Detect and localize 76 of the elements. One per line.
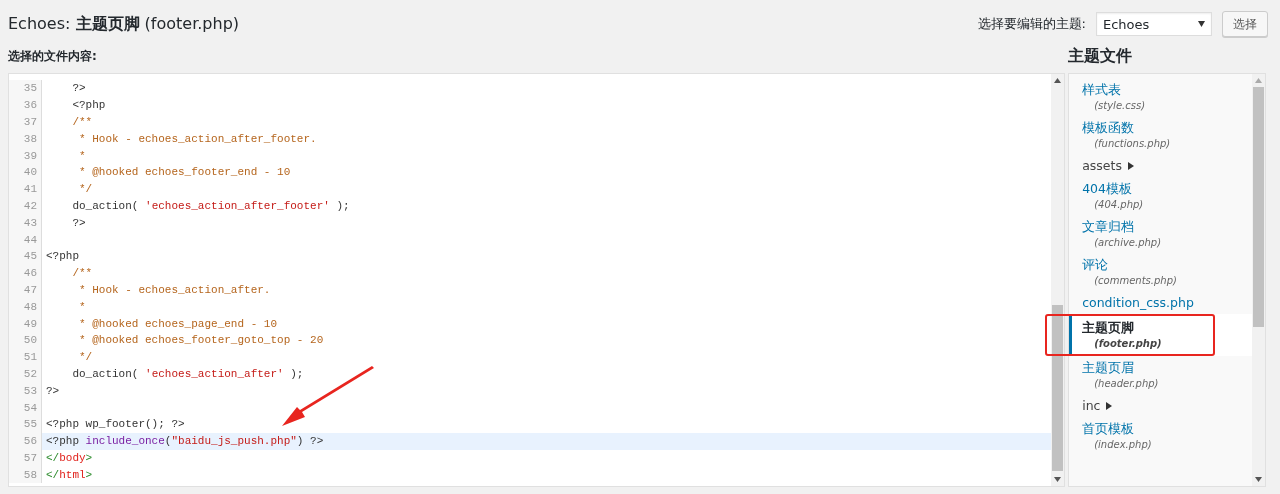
file-label: condition_css.php [1082, 294, 1195, 311]
line-number: 48 [9, 298, 42, 316]
file-name: (comments.php) [1093, 274, 1178, 288]
scroll-down-icon [1255, 477, 1262, 482]
file-label: 文章归档 [1082, 218, 1136, 235]
select-button[interactable]: 选择 [1222, 11, 1268, 37]
code-line: <?php [45, 250, 79, 263]
code-line: * [78, 149, 86, 162]
code-line: do_action( 'echoes_action_after' ); [71, 367, 304, 380]
file-name: (archive.php) [1093, 236, 1163, 250]
file-list-item[interactable]: 评论 (comments.php) [1069, 253, 1252, 291]
file-name: (404.php) [1093, 198, 1145, 212]
line-number: 38 [9, 130, 42, 148]
code-line: * @hooked echoes_page_end - 10 [78, 317, 278, 330]
scroll-up-icon [1054, 78, 1062, 83]
file-list-item[interactable]: 样式表 (style.css) [1069, 78, 1252, 116]
expand-arrow-icon [1106, 401, 1113, 410]
code-line: * @hooked echoes_footer_goto_top - 20 [78, 334, 324, 347]
line-number: 54 [9, 399, 42, 416]
page-title: Echoes: 主题页脚 (footer.php) [8, 13, 240, 35]
code-line: </html> [45, 468, 93, 481]
line-number: 43 [9, 214, 42, 232]
line-number: 44 [9, 231, 42, 248]
file-name: (header.php) [1093, 377, 1160, 391]
code-line: * Hook - echoes_action_after_footer. [78, 132, 317, 145]
file-list-item[interactable]: 主题页脚 (footer.php) [1069, 314, 1252, 356]
expand-arrow-icon [1127, 161, 1134, 170]
file-label: 样式表 [1082, 81, 1123, 98]
code-line: ?> [71, 216, 86, 229]
file-list-item[interactable]: 主题页眉 (header.php) [1069, 356, 1252, 394]
scroll-up-icon [1255, 78, 1262, 83]
code-editor[interactable] [8, 73, 1066, 487]
file-name: (style.css) [1093, 99, 1147, 113]
content-label: 选择的文件内容: [8, 48, 98, 65]
file-label: 评论 [1082, 256, 1110, 273]
code-line: </body> [45, 451, 93, 464]
theme-select-label: 选择要编辑的主题: [977, 15, 1086, 33]
file-name: (index.php) [1093, 438, 1153, 452]
code-line: /** [71, 116, 93, 128]
code-line: ?> [45, 384, 60, 397]
file-list-item[interactable]: 模板函数 (functions.php) [1069, 116, 1252, 154]
line-number: 53 [9, 382, 42, 400]
file-label: 首页模板 [1082, 420, 1136, 437]
file-label: 主题页脚 [1082, 319, 1136, 336]
code-line: */ [78, 183, 93, 196]
theme-dropdown[interactable]: Echoes [1096, 12, 1212, 36]
scrollbar[interactable] [1051, 74, 1065, 486]
file-label: 主题页眉 [1082, 359, 1136, 376]
code-line: <?php wp_footer(); ?> [45, 418, 185, 431]
file-list-item[interactable]: 首页模板 (index.php) [1069, 417, 1252, 455]
folder-item[interactable]: assets [1069, 154, 1252, 177]
file-label: 404模板 [1082, 180, 1133, 197]
folder-item[interactable]: inc [1069, 394, 1252, 417]
code-line: do_action( 'echoes_action_after_footer' ); [71, 199, 350, 212]
file-name: (footer.php) [1093, 337, 1163, 351]
code-line: * @hooked echoes_footer_end - 10 [78, 166, 291, 179]
theme-files-heading: 主题文件 [1068, 45, 1134, 67]
scrollbar[interactable] [1252, 74, 1265, 486]
file-list-item[interactable]: condition_css.php [1069, 291, 1252, 314]
line-number: 49 [9, 315, 42, 332]
file-label: 模板函数 [1082, 119, 1136, 136]
code-line: * Hook - echoes_action_after. [78, 283, 271, 296]
scroll-down-icon [1054, 477, 1062, 482]
code-line: */ [78, 351, 93, 364]
code-line: <?php include_once("baidu_js_push.php") ?> [45, 435, 324, 448]
line-number: 58 [9, 466, 42, 484]
code-line: <?php [71, 99, 106, 112]
line-number: 39 [9, 147, 42, 164]
code-line: /** [71, 267, 93, 280]
file-name: (functions.php) [1093, 137, 1172, 151]
code-line: ?> [71, 82, 86, 95]
line-number: 35 [9, 80, 42, 97]
code-line: * [78, 300, 86, 313]
caret-icon [1198, 21, 1205, 27]
file-list-item[interactable]: 404模板 (404.php) [1069, 177, 1252, 215]
file-list-item[interactable]: 文章归档 (archive.php) [1069, 215, 1252, 253]
